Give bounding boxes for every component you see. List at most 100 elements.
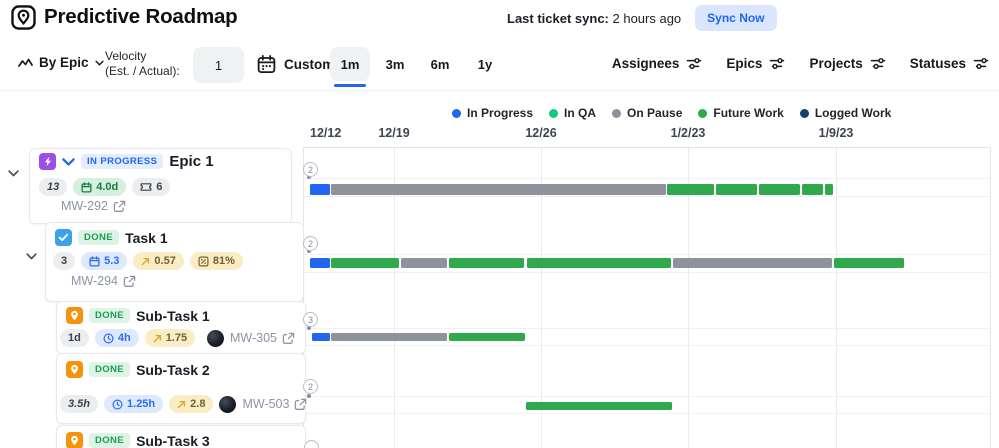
assignee-and-ticket: MW-305: [206, 329, 295, 347]
filter-statuses[interactable]: Statuses: [910, 56, 989, 71]
gantt-bar-segment-future-work[interactable]: [449, 333, 525, 341]
task-title: Sub-Task 3: [136, 432, 210, 448]
gantt-bar-segment-on-pause[interactable]: [673, 258, 832, 268]
ticket-link[interactable]: MW-292: [61, 199, 126, 213]
filter-icon: [973, 57, 989, 70]
gantt-lane-line: [303, 272, 990, 273]
tab-range-6m[interactable]: 6m: [420, 47, 460, 81]
task-title: Sub-Task 1: [136, 307, 210, 324]
filter-epics[interactable]: Epics: [726, 56, 785, 71]
gantt-bar-segment-on-pause[interactable]: [401, 258, 447, 268]
calendar-icon: [89, 255, 100, 267]
legend-item-future-work: Future Work: [698, 106, 784, 120]
gantt-bar-segment-in-progress[interactable]: [310, 258, 330, 268]
gantt-bar-segment-in-progress[interactable]: [310, 184, 330, 195]
time-range-tabs: 1m 3m 6m 1y: [330, 47, 505, 87]
gantt-bar-segment-future-work[interactable]: [716, 184, 757, 195]
row-ticket-count-badge: 2: [303, 236, 318, 251]
task-card-epic-1[interactable]: IN PROGRESS Epic 1 13 4.0d 6 MW-292: [29, 148, 292, 224]
custom-range-button[interactable]: Custom: [284, 57, 334, 72]
row-start-dot: [307, 394, 311, 398]
metric-pill: 1.75: [144, 329, 196, 347]
expand-chevron-task-1[interactable]: [26, 253, 37, 260]
filter-label: Projects: [809, 56, 863, 71]
gantt-bar-segment-future-work[interactable]: [802, 184, 823, 195]
group-by-epic-dropdown[interactable]: By Epic: [18, 55, 104, 70]
epic-icon: [39, 153, 56, 170]
metric-pill: 0.57: [133, 252, 184, 270]
card-title-row: DONE Sub-Task 3: [66, 432, 210, 448]
assignee-avatar: [219, 395, 237, 413]
filter-label: Epics: [726, 56, 763, 71]
tab-range-1y[interactable]: 1y: [465, 47, 505, 81]
gantt-bar-segment-future-work[interactable]: [834, 258, 904, 268]
task-card-sub-task-2[interactable]: DONE Sub-Task 2 3.5h 1.25h 2.8 MW-503: [56, 353, 307, 424]
legend-label: On Pause: [627, 106, 683, 120]
expand-chevron-epic-1[interactable]: [8, 170, 19, 177]
task-card-task-1[interactable]: DONE Task 1 3 5.3 0.57 81% MW-294: [45, 222, 304, 302]
filter-icon: [686, 57, 702, 70]
external-link-icon: [123, 275, 136, 288]
subtask-pin-icon: [66, 307, 83, 324]
card-metrics-row: 3 5.3 0.57 81%: [53, 252, 293, 270]
ticket-link[interactable]: MW-305: [230, 331, 295, 345]
subtask-pin-icon: [66, 361, 83, 378]
external-link-icon: [113, 200, 126, 213]
gantt-bar-segment-future-work[interactable]: [526, 402, 672, 410]
status-badge: DONE: [78, 229, 120, 246]
timeline-gridline: [836, 147, 837, 448]
tab-range-3m[interactable]: 3m: [375, 47, 415, 81]
gantt-bar-segment-future-work[interactable]: [449, 258, 524, 268]
metric-pill: 4h: [94, 329, 139, 347]
metric-pill: 3.5h: [60, 395, 99, 413]
gantt-lane-line: [303, 196, 990, 197]
legend-label: Future Work: [713, 106, 784, 120]
task-card-sub-task-1[interactable]: DONE Sub-Task 1 1d 4h 1.75 MW-305: [56, 301, 306, 354]
status-badge: DONE: [89, 432, 131, 448]
legend-label: In QA: [564, 106, 597, 120]
filter-assignees[interactable]: Assignees: [612, 56, 703, 71]
done-checkbox-icon[interactable]: [55, 229, 72, 246]
gantt-bar-segment-future-work[interactable]: [331, 258, 399, 268]
ticket-icon: [140, 182, 152, 192]
chevron-down-icon: [94, 60, 104, 66]
velocity-input[interactable]: [193, 47, 244, 83]
page-title: Predictive Roadmap: [44, 5, 238, 28]
app-logo-map-pin-icon: [10, 4, 37, 31]
subtask-pin-icon: [66, 432, 83, 448]
metric-pill: 3: [53, 252, 76, 270]
gantt-bar-segment-future-work[interactable]: [667, 184, 714, 195]
clock-icon: [112, 399, 123, 410]
gantt-bar-segment-on-pause[interactable]: [331, 184, 666, 195]
filter-bar: Assignees Epics Projects Statuses: [612, 56, 989, 71]
card-metrics-row: 13 4.0d 6: [39, 178, 281, 196]
calendar-picker-icon[interactable]: [256, 54, 277, 75]
last-sync-text: Last ticket sync: 2 hours ago: [507, 11, 681, 26]
legend-label: In Progress: [467, 106, 534, 120]
ticket-link[interactable]: MW-503: [242, 397, 307, 411]
filter-label: Assignees: [611, 56, 680, 71]
legend-label: Logged Work: [814, 106, 892, 120]
gantt-bar-segment-future-work[interactable]: [759, 184, 800, 195]
gantt-bar-segment-on-pause[interactable]: [331, 333, 447, 341]
filter-projects[interactable]: Projects: [809, 56, 885, 71]
gantt-lane-line: [303, 396, 990, 397]
predictive-roadmap-app: Predictive Roadmap Last ticket sync: 2 h…: [0, 0, 999, 448]
gantt-bar-segment-in-progress[interactable]: [312, 333, 330, 341]
task-card-sub-task-3[interactable]: DONE Sub-Task 3: [56, 425, 306, 448]
pulse-icon: [18, 57, 33, 69]
metric-pill: 4.0d: [73, 178, 127, 196]
chart-right-border: [990, 147, 991, 448]
sync-now-button[interactable]: Sync Now: [695, 5, 777, 31]
gantt-bar-segment-future-work[interactable]: [825, 184, 833, 195]
tab-range-1m[interactable]: 1m: [330, 47, 370, 87]
epic-collapse-chevron-icon[interactable]: [62, 157, 75, 166]
card-title-row: DONE Sub-Task 2: [66, 361, 210, 378]
gantt-lane-line: [303, 345, 990, 346]
task-title: Sub-Task 2: [136, 361, 210, 378]
card-metrics-row: 1d 4h 1.75 MW-305: [60, 329, 295, 347]
ticket-link[interactable]: MW-294: [71, 274, 136, 288]
external-link-icon: [282, 332, 295, 345]
gantt-bar-segment-future-work[interactable]: [527, 258, 671, 268]
status-badge: DONE: [89, 307, 131, 324]
